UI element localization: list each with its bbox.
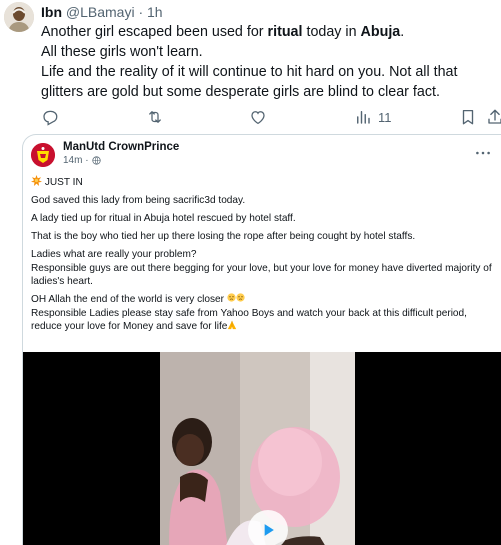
author-name[interactable]: Ibn	[41, 4, 62, 20]
quoted-paragraph-6: OH Allah the end of the world is very cl…	[31, 293, 496, 306]
globe-icon	[91, 156, 101, 165]
avatar[interactable]	[4, 2, 34, 32]
bold-keyword: ritual	[267, 24, 303, 40]
bookmark-button[interactable]	[459, 106, 477, 128]
quoted-paragraph-7: Responsible Ladies please stay safe from…	[31, 307, 496, 333]
quoted-paragraph-3: That is the boy who tied her up there lo…	[31, 231, 416, 242]
reply-button[interactable]	[41, 106, 59, 128]
video-player[interactable]	[23, 352, 501, 545]
like-icon	[251, 111, 265, 125]
quoted-paragraph-5: Responsible guys are out there begging f…	[31, 263, 492, 287]
quoted-author-name[interactable]: ManUtd CrownPrince	[63, 141, 179, 153]
tweet-text: Another girl escaped been used for ritua…	[41, 22, 496, 102]
bookmark-icon	[462, 109, 474, 125]
quoted-avatar[interactable]	[31, 143, 55, 167]
reply-icon	[43, 110, 58, 126]
views-button[interactable]: 11	[354, 106, 392, 128]
tweet-line-1-text: Another girl escaped been used for ritua…	[41, 24, 405, 40]
crying-face-icon	[236, 293, 245, 302]
crying-face-icon	[227, 293, 236, 302]
bold-keyword: Abuja	[360, 24, 401, 40]
share-icon	[488, 109, 501, 124]
tweet-line-3: Life and the reality of it will continue…	[41, 64, 458, 100]
club-crest-icon	[31, 143, 55, 167]
play-button[interactable]	[248, 510, 288, 545]
tweet-action-bar: 11	[0, 106, 501, 128]
share-button[interactable]	[486, 106, 501, 128]
like-button[interactable]	[249, 106, 267, 128]
retweet-button[interactable]	[146, 106, 164, 128]
author-handle[interactable]: @LBamayi	[66, 4, 135, 20]
retweet-icon	[149, 111, 161, 123]
tweet-line-2: All these girls won't learn.	[41, 44, 203, 60]
folded-hands-icon	[228, 320, 237, 330]
quoted-paragraph-7-text: Responsible Ladies please stay safe from…	[31, 308, 467, 332]
just-in-line: JUST IN	[31, 175, 496, 189]
quoted-paragraph-1: God saved this lady from being sacrific3…	[31, 195, 246, 206]
more-icon[interactable]	[475, 143, 491, 159]
just-in-badge: JUST IN	[44, 177, 83, 188]
tweet-line-1: Another girl escaped been used for ritua…	[41, 22, 496, 42]
quoted-paragraph-2: A lady tied up for ritual in Abuja hotel…	[31, 213, 296, 224]
quoted-meta: 14m ·	[63, 155, 101, 166]
views-icon	[357, 111, 370, 124]
quoted-tweet[interactable]: ManUtd CrownPrince 14m · JUST IN God sav…	[22, 134, 501, 545]
play-icon	[264, 524, 274, 536]
quoted-paragraph-6-text: OH Allah the end of the world is very cl…	[31, 294, 224, 305]
avatar-portrait-icon	[4, 2, 34, 32]
collision-icon	[31, 175, 42, 186]
tweet-time[interactable]: · 1h	[138, 4, 162, 20]
quoted-paragraph-4: Ladies what are really your problem?	[31, 249, 197, 260]
views-count: 11	[378, 109, 392, 125]
quoted-text: JUST IN God saved this lady from being s…	[31, 175, 496, 338]
tweet-header: Ibn @LBamayi · 1h	[41, 3, 163, 21]
quoted-time[interactable]: 14m ·	[63, 155, 89, 166]
